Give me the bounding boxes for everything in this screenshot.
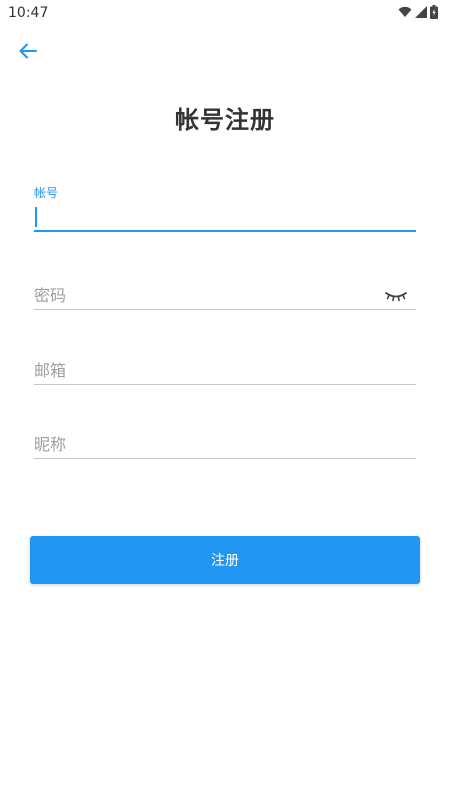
eye-closed-icon (384, 287, 408, 306)
password-visibility-toggle[interactable] (384, 288, 408, 304)
email-input[interactable] (34, 359, 374, 381)
text-caret (35, 207, 37, 227)
nickname-underline (34, 458, 416, 459)
password-field[interactable] (34, 270, 416, 310)
email-underline (34, 384, 416, 385)
register-button[interactable]: 注册 (30, 536, 420, 584)
password-underline (34, 309, 416, 310)
page-title: 帐号注册 (175, 106, 275, 134)
battery-icon (430, 5, 438, 19)
account-field[interactable]: 帐号 (34, 184, 416, 232)
wifi-icon (398, 6, 412, 18)
nickname-input[interactable] (34, 433, 374, 455)
arrow-left-icon (19, 43, 37, 63)
back-button[interactable] (12, 38, 44, 68)
status-bar: 10:47 (0, 0, 450, 26)
signal-icon (415, 6, 427, 18)
status-icons (398, 5, 438, 19)
password-input[interactable] (34, 284, 374, 306)
email-field[interactable] (34, 346, 416, 385)
account-label: 帐号 (34, 186, 59, 200)
status-time: 10:47 (8, 5, 49, 21)
register-screen: 10:47 帐号注册 帐号 邮箱 昵称 注册 (0, 0, 450, 800)
account-underline (34, 230, 416, 232)
nickname-field[interactable] (34, 420, 416, 459)
account-input[interactable] (34, 206, 374, 228)
